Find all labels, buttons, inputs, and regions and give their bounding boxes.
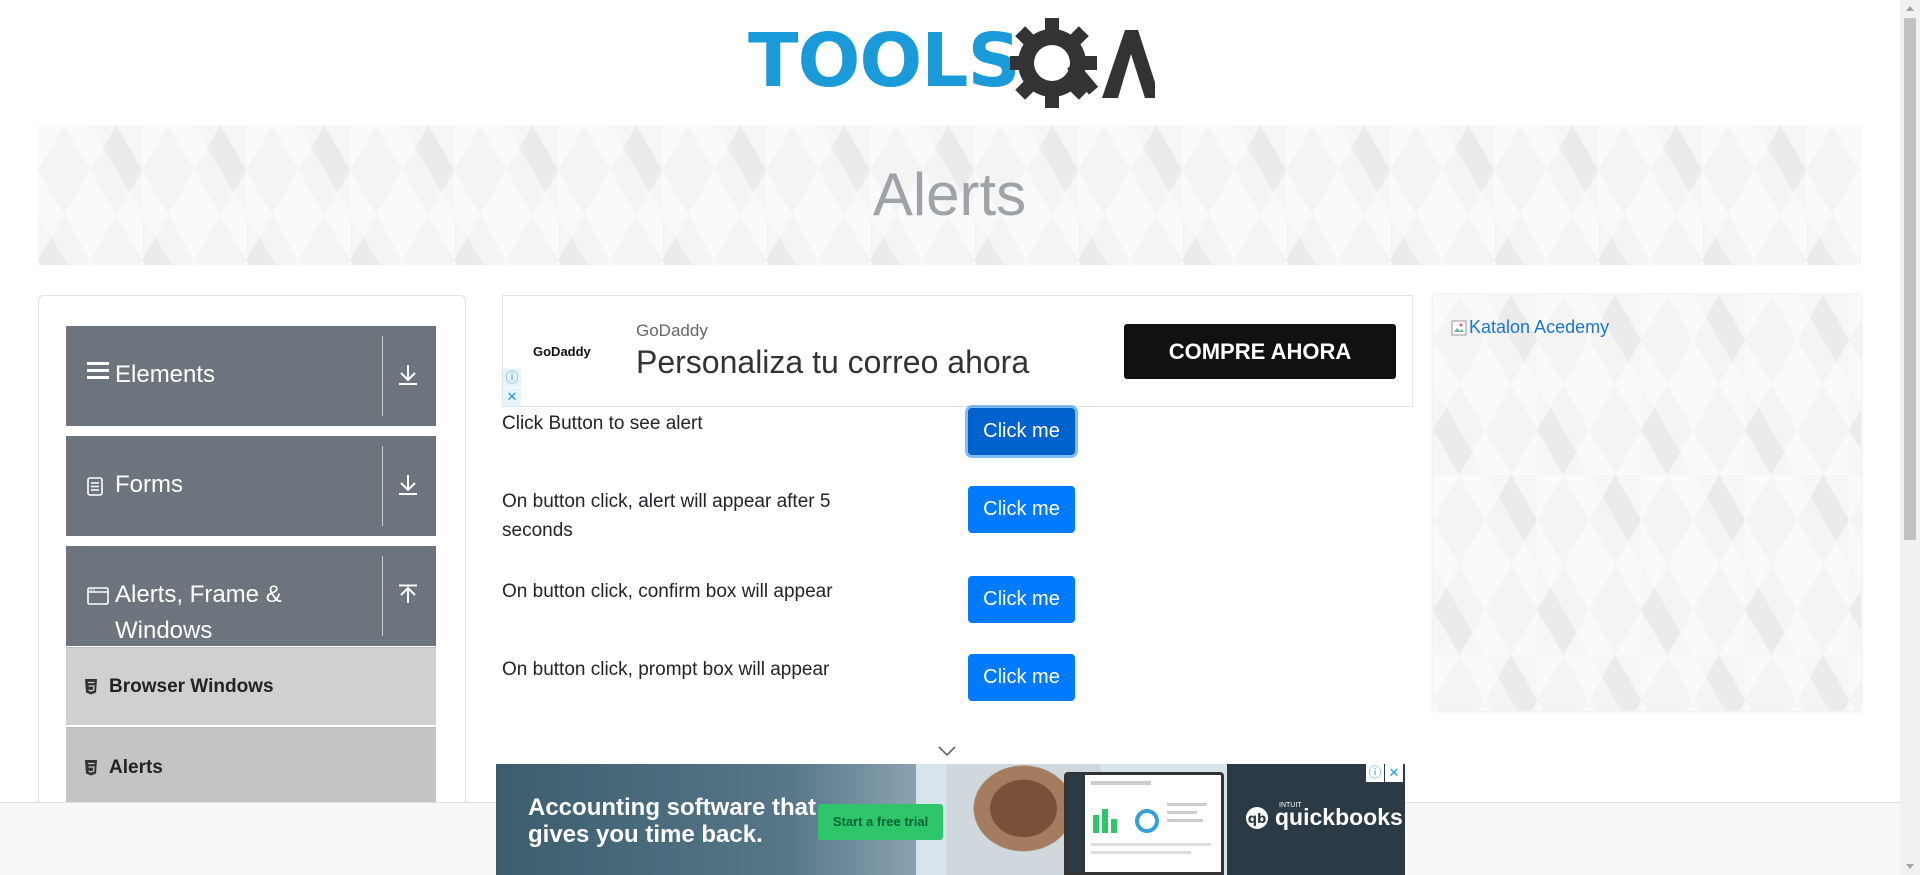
upload-arrow-icon [388, 584, 428, 611]
sidebar-item-alerts[interactable]: Alerts [66, 727, 436, 807]
divider [382, 336, 383, 416]
scroll-up-arrow-icon[interactable] [1900, 0, 1920, 17]
sidebar-group-label-line2: Windows [115, 617, 213, 644]
ad-banner-godaddy[interactable]: GoDaddy GoDaddy Personaliza tu correo ah… [502, 295, 1413, 407]
sidebar-group-alerts-frame-windows[interactable]: Alerts, Frame & Windows [66, 546, 436, 646]
chevron-down-icon[interactable] [937, 745, 957, 757]
logo-qa-gear-icon [1010, 18, 1155, 108]
sidebar-group-label: Elements [115, 361, 216, 388]
ad-laptop-screen-image [1064, 772, 1224, 875]
sidebar-item-label: Alerts [109, 756, 163, 778]
page-banner: Alerts [38, 125, 1861, 265]
ad-headline: Personaliza tu correo ahora [636, 344, 1030, 380]
quickbooks-logo-icon: qb [1246, 807, 1268, 829]
ad-info-icon[interactable]: ⓘ [1366, 764, 1384, 782]
download-arrow-icon [388, 474, 428, 501]
sidebar-group-label: Forms [115, 471, 183, 498]
sidebar: Elements Forms Alerts, Frame & Windows B… [38, 295, 466, 875]
right-ad-container[interactable]: Katalon Acedemy [1433, 295, 1861, 711]
divider [382, 446, 383, 526]
broken-image-alt-text: Katalon Acedemy [1469, 317, 1610, 337]
scroll-down-arrow-icon[interactable] [1900, 858, 1920, 875]
confirm-row-text: On button click, confirm box will appear [502, 581, 833, 602]
ad-close-icon[interactable]: ✕ [503, 388, 521, 406]
alert-button[interactable]: Click me [968, 408, 1075, 455]
ad-cta-button[interactable]: COMPRE AHORA [1124, 324, 1396, 379]
scrollbar-thumb[interactable] [1904, 18, 1916, 540]
html5-icon [85, 678, 97, 694]
sidebar-item-browser-windows[interactable]: Browser Windows [66, 647, 436, 725]
sidebar-group-forms[interactable]: Forms [66, 436, 436, 536]
alert-row-text: Click Button to see alert [502, 413, 703, 434]
dashboard-graphic-icon [1067, 775, 1211, 872]
document-icon [87, 476, 103, 502]
godaddy-logo: GoDaddy [533, 344, 591, 359]
page-scrollbar[interactable] [1900, 0, 1920, 875]
ad-info-icon[interactable]: ⓘ [503, 369, 521, 387]
html5-icon [85, 759, 97, 775]
toolsqa-logo[interactable]: TOOLS [748, 18, 1155, 114]
sidebar-group-elements[interactable]: Elements [66, 326, 436, 426]
sidebar-group-label-line1: Alerts, Frame & [115, 581, 282, 608]
svg-text:qb: qb [1248, 812, 1267, 827]
ad-brand: GoDaddy [636, 321, 708, 340]
ad-headline: Accounting software that gives you time … [528, 794, 817, 848]
window-icon [87, 585, 109, 611]
hamburger-icon [87, 360, 109, 386]
divider [382, 556, 383, 636]
broken-image-icon [1451, 320, 1467, 335]
prompt-row-text: On button click, prompt box will appear [502, 659, 830, 680]
quickbooks-brand-text: quickbooks [1275, 804, 1403, 830]
ad-close-icon[interactable]: ✕ [1385, 764, 1403, 782]
sidebar-item-label: Browser Windows [109, 675, 274, 697]
page-title: Alerts [872, 161, 1027, 228]
download-arrow-icon [388, 364, 428, 391]
prompt-button[interactable]: Click me [968, 654, 1075, 701]
timer-alert-row-text: On button click, alert will appear after… [502, 491, 831, 541]
confirm-button[interactable]: Click me [968, 576, 1075, 623]
ad-cta-button[interactable]: Start a free trial [818, 804, 943, 840]
logo-text: TOOLS [748, 18, 1021, 104]
ad-banner-quickbooks[interactable]: Accounting software that gives you time … [496, 764, 1405, 875]
broken-image[interactable]: Katalon Acedemy [1451, 317, 1609, 338]
timer-alert-button[interactable]: Click me [968, 486, 1075, 533]
